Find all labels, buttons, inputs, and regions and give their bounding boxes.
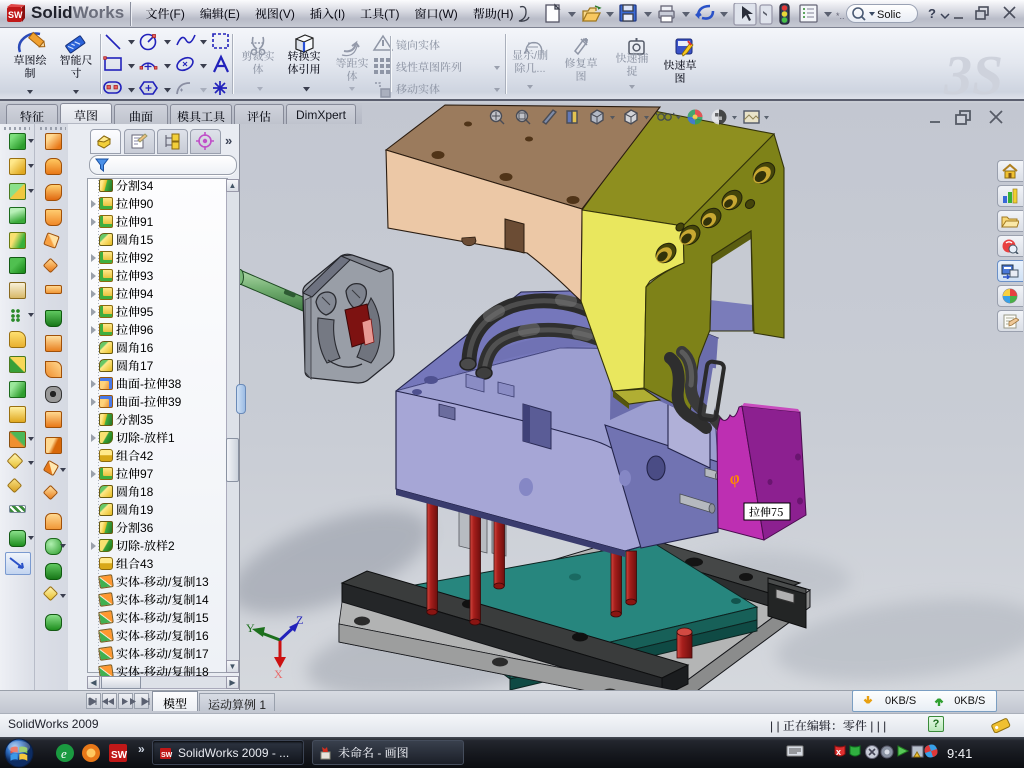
svg-text:e: e <box>61 746 67 761</box>
svg-text:X: X <box>274 667 283 681</box>
svg-text:Z: Z <box>296 613 303 627</box>
svg-text:Solic: Solic <box>877 9 901 21</box>
svg-text:拉伸75: 拉伸75 <box>749 504 783 520</box>
svg-text:Y: Y <box>246 621 255 635</box>
svg-text:SW: SW <box>8 10 23 20</box>
svg-text:*..: *.. <box>836 11 845 21</box>
svg-text:SW: SW <box>161 752 173 759</box>
svg-text:SW: SW <box>111 750 128 761</box>
svg-text:x: x <box>836 747 841 757</box>
